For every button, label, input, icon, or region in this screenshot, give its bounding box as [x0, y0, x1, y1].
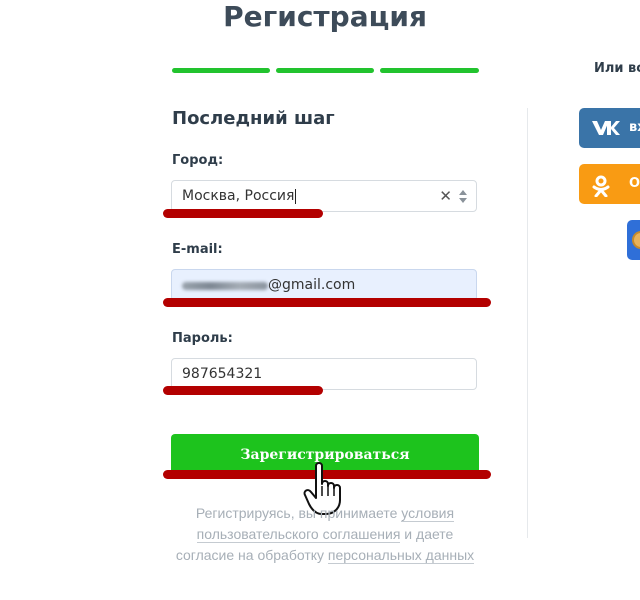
ok-login-button[interactable]: Од: [579, 164, 640, 204]
password-value: 987654321: [182, 366, 263, 382]
email-redaction: [182, 282, 268, 290]
clear-icon[interactable]: ✕: [439, 187, 452, 205]
vk-login-label: вх: [629, 120, 640, 135]
text-caret: [295, 188, 297, 204]
progress-step-3: [380, 68, 479, 73]
password-label: Пароль:: [172, 331, 233, 346]
select-arrows-icon[interactable]: [459, 190, 467, 204]
social-heading: Или во: [594, 61, 640, 76]
city-select[interactable]: Москва, Россия ✕: [171, 180, 477, 212]
legal-text-1: Регистрируясь, вы принимаете: [195, 505, 402, 521]
city-value: Москва, Россия: [182, 188, 295, 204]
odnoklassniki-icon: [592, 175, 610, 197]
column-divider: [527, 108, 528, 538]
page-title: Регистрация: [223, 0, 427, 33]
ok-login-label: Од: [629, 176, 640, 191]
vk-login-button[interactable]: вх: [579, 108, 640, 148]
social-service-icon: [632, 231, 640, 249]
city-label: Город:: [172, 153, 224, 168]
annotation-underline-email: [163, 298, 491, 307]
vk-icon: [592, 121, 620, 135]
progress-step-2: [276, 68, 374, 73]
progress-step-1: [172, 68, 270, 73]
annotation-underline-password: [163, 386, 323, 395]
annotation-underline-city: [163, 209, 323, 218]
email-label: E-mail:: [172, 242, 223, 257]
legal-text: Регистрируясь, вы принимаете условия пол…: [168, 503, 482, 566]
email-value: @gmail.com: [268, 277, 356, 293]
email-field[interactable]: @gmail.com: [171, 269, 477, 301]
social-login-button-3[interactable]: [627, 220, 640, 260]
privacy-link[interactable]: персональных данных: [327, 547, 475, 564]
step-title: Последний шаг: [172, 108, 335, 129]
